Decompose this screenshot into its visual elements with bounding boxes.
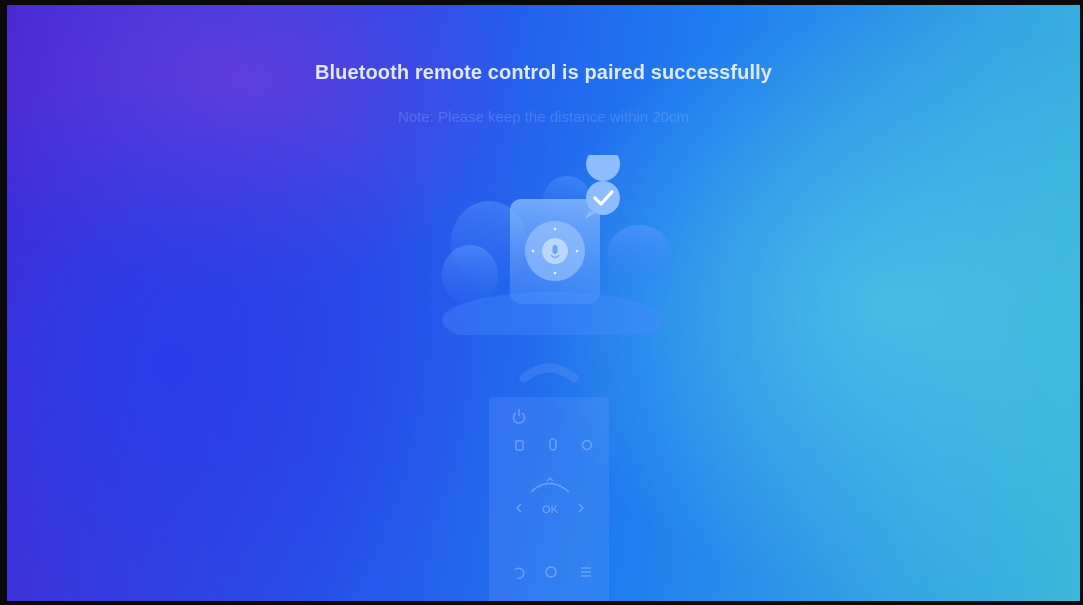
ok-button-label: OK [542,504,559,516]
signal-arc [519,363,579,383]
remote-paired-illustration [442,155,671,335]
remote-control-icon [510,199,600,304]
pairing-success-title: Bluetooth remote control is paired succe… [314,62,773,84]
pairing-screen: Bluetooth remote control is paired succe… [7,5,1080,601]
distance-note: Note: Please keep the distance within 20… [398,109,689,126]
remote-control-graphic: OK [489,363,609,601]
remote-body [489,397,609,601]
